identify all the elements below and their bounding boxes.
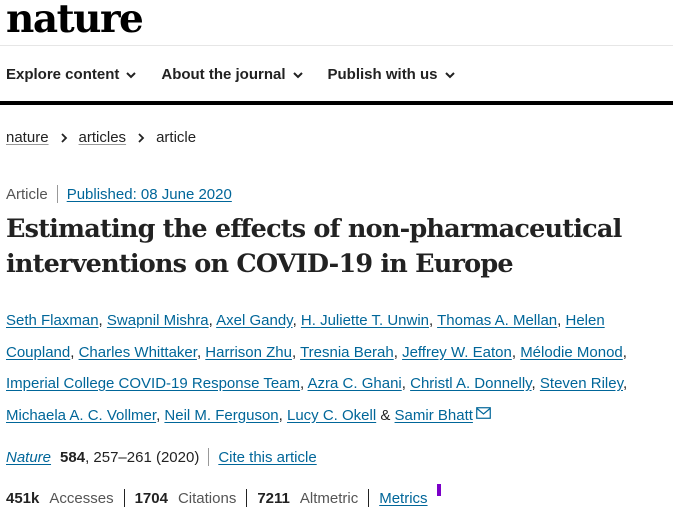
author-link[interactable]: Jeffrey W. Eaton [402, 344, 512, 361]
citations-count: 1704 [134, 489, 168, 507]
author-separator: , [531, 375, 536, 392]
article-type: Article [6, 185, 48, 203]
author-separator: , [429, 312, 434, 329]
cite-this-article-link[interactable]: Cite this article [218, 449, 316, 466]
author-link[interactable]: Christl A. Donnelly [410, 375, 531, 392]
chevron-down-icon [292, 71, 303, 78]
chevron-down-icon [126, 71, 137, 78]
nav-item-label: Publish with us [327, 66, 438, 83]
citation-divider [208, 448, 210, 466]
author-link[interactable]: Swapnil Mishra [107, 312, 209, 329]
nav-item-label: About the journal [161, 66, 286, 83]
author-joiner: & [380, 406, 391, 424]
author-separator: , [292, 312, 297, 329]
nav-about-the-journal[interactable]: About the journal [161, 66, 303, 83]
breadcrumb-link-articles[interactable]: articles [79, 129, 127, 146]
article-title-line-2: interventions on COVID-19 in Europe [6, 249, 514, 279]
main-nav: Explore content About the journal Publis… [6, 66, 480, 83]
author-separator: , [208, 312, 213, 329]
author-link[interactable]: Tresnia Berah [300, 344, 394, 361]
article-title: Estimating the effects of non-pharmaceut… [6, 212, 666, 282]
author-separator: , [393, 343, 398, 361]
author-link[interactable]: Harrison Zhu [205, 344, 292, 361]
author-separator: , [278, 406, 283, 424]
author-link[interactable]: Axel Gandy [216, 312, 292, 329]
author-separator: , [622, 343, 627, 361]
author-separator: , [291, 343, 297, 361]
metrics-divider [368, 489, 370, 507]
breadcrumb-current: article [156, 129, 197, 146]
published-date-link[interactable]: Published: 08 June 2020 [67, 186, 232, 203]
header-divider [0, 45, 673, 46]
author-link[interactable]: Mélodie Monod [520, 344, 623, 361]
author-link[interactable]: Lucy C. Okell [287, 407, 376, 424]
author-link[interactable]: H. Juliette T. Unwin [301, 312, 429, 329]
article-metrics: 451k Accesses 1704 Citations 7211 Altmet… [6, 484, 441, 507]
author-separator: , [196, 343, 202, 361]
meta-divider [56, 185, 58, 203]
volume-number: 584 [60, 448, 86, 466]
author-link[interactable]: Michaela A. C. Vollmer [6, 407, 156, 424]
author-separator: , [557, 312, 562, 329]
metrics-divider [123, 489, 125, 507]
accesses-count: 451k [6, 489, 40, 507]
citations-label: Citations [177, 489, 237, 507]
author-separator: , [98, 312, 103, 329]
nav-bottom-rule [0, 101, 673, 105]
author-link[interactable]: Charles Whittaker [79, 344, 197, 361]
altmetric-mark [436, 484, 441, 496]
author-separator: , [70, 343, 75, 361]
breadcrumb: nature articles article [6, 129, 196, 146]
author-link[interactable]: Thomas A. Mellan [437, 312, 557, 329]
site-logo[interactable]: nature [6, 0, 144, 42]
author-list: Seth Flaxman, Swapnil Mishra, Axel Gandy… [6, 305, 671, 431]
nav-publish-with-us[interactable]: Publish with us [328, 66, 456, 83]
chevron-right-icon [60, 132, 67, 143]
accesses-label: Accesses [49, 489, 114, 507]
chevron-right-icon [138, 132, 145, 143]
page-range: , 257–261 (2020) [85, 448, 200, 466]
article-meta: Article Published: 08 June 2020 [6, 185, 232, 203]
journal-link[interactable]: Nature [6, 449, 51, 466]
author-link[interactable]: Samir Bhatt [395, 407, 473, 424]
breadcrumb-link-nature[interactable]: nature [6, 129, 49, 146]
nav-explore-content[interactable]: Explore content [6, 66, 137, 83]
altmetric-score: 7211 [257, 489, 290, 507]
citation-line: Nature 584 , 257–261 (2020) Cite this ar… [6, 448, 317, 466]
metrics-link[interactable]: Metrics [379, 490, 427, 507]
author-link[interactable]: Seth Flaxman [6, 312, 99, 329]
nav-item-label: Explore content [6, 66, 120, 83]
chevron-down-icon [444, 71, 455, 78]
author-separator: , [156, 406, 161, 424]
author-link[interactable]: Azra C. Ghani [308, 375, 402, 392]
mail-icon[interactable] [476, 406, 491, 419]
altmetric-label: Altmetric [299, 489, 359, 507]
author-separator: , [300, 375, 305, 392]
author-link[interactable]: Imperial College COVID-19 Response Team [6, 375, 300, 392]
author-separator: , [511, 343, 517, 361]
article-title-line-1: Estimating the effects of non-pharmaceut… [6, 214, 622, 244]
author-separator: , [622, 375, 628, 392]
author-link[interactable]: Neil M. Ferguson [164, 407, 278, 424]
author-link[interactable]: Steven Riley [540, 375, 623, 392]
author-separator: , [401, 375, 406, 392]
metrics-divider [246, 489, 248, 507]
